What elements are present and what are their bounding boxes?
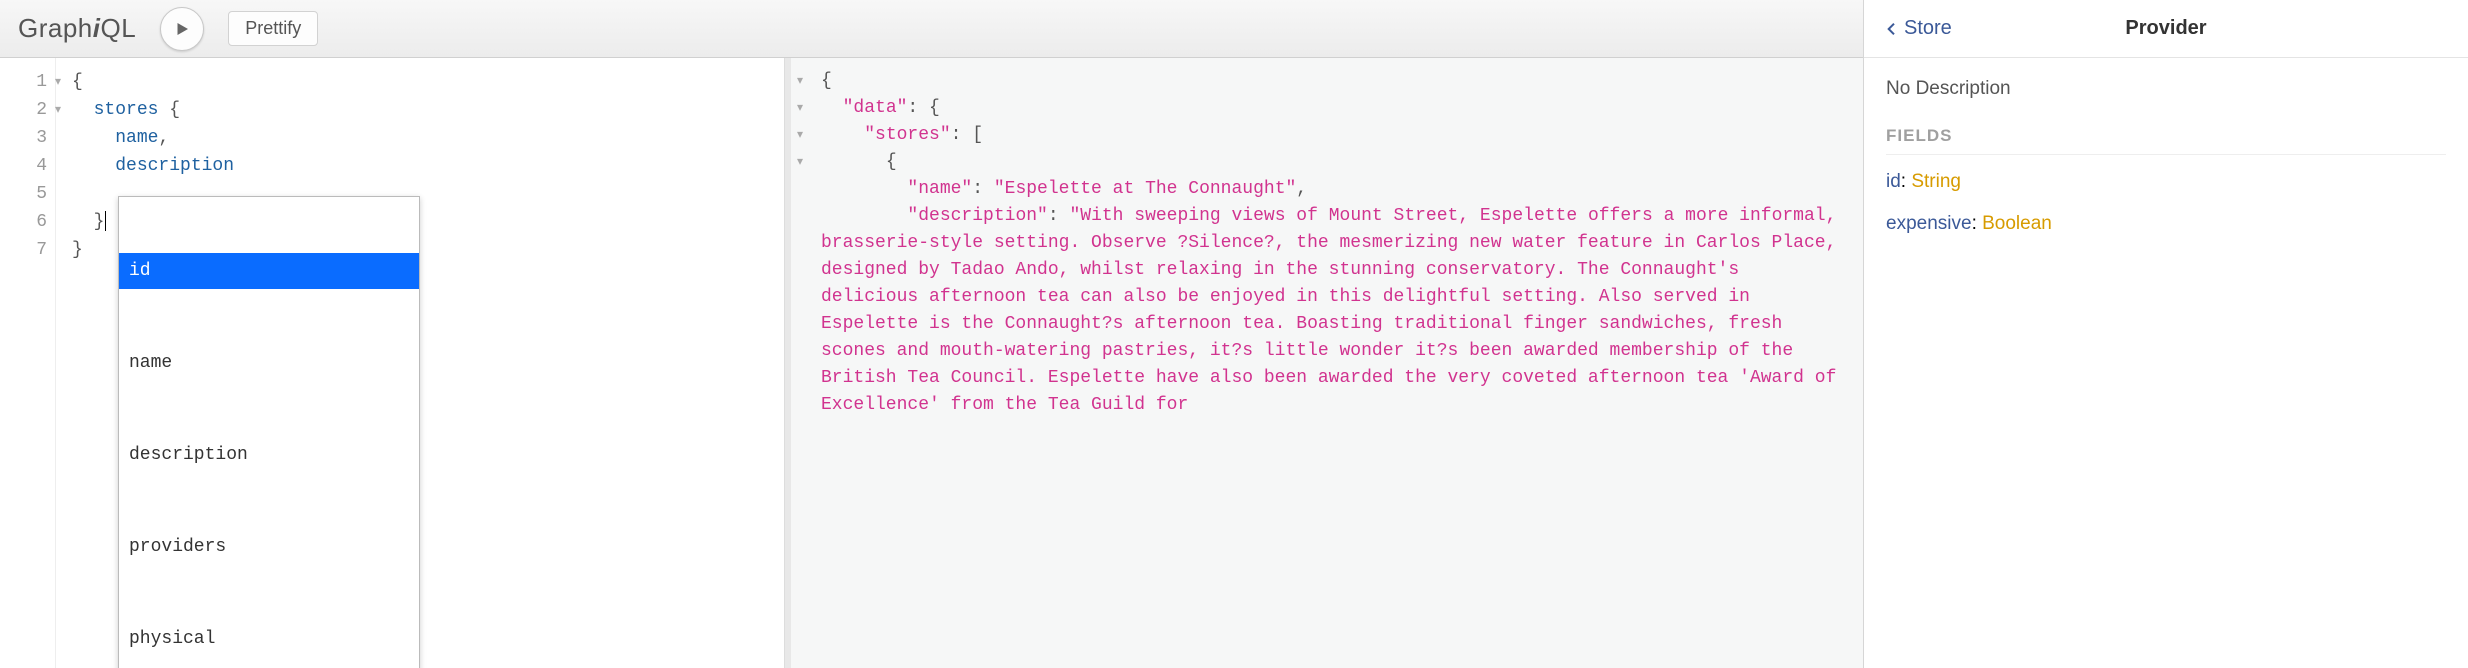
result-pane: ▾▾▾▾ { "data": { "stores": [ { "name": "… bbox=[785, 58, 1863, 668]
docs-back-label: Store bbox=[1904, 17, 1952, 40]
execute-button[interactable] bbox=[160, 7, 204, 51]
docs-header: Store Provider bbox=[1864, 0, 2468, 58]
code-field: description bbox=[115, 156, 234, 176]
play-icon bbox=[173, 20, 191, 38]
json-brace: { bbox=[821, 71, 832, 91]
code-brace: } bbox=[72, 240, 83, 260]
json-key: "name" bbox=[907, 179, 972, 199]
line-number: 6 bbox=[0, 208, 47, 236]
json-string: "Espelette at The Connaught" bbox=[994, 179, 1296, 199]
json-key: "stores" bbox=[864, 125, 950, 145]
code-brace: { bbox=[72, 72, 83, 92]
query-editor-pane: 1 2 3 4 5 6 7 { stores { name, descripti… bbox=[0, 58, 785, 668]
docs-body: No Description FIELDS id: String expensi… bbox=[1864, 58, 2468, 265]
docs-description: No Description bbox=[1886, 78, 2446, 100]
json-string: "With sweeping views of Mount Street, Es… bbox=[821, 206, 1847, 415]
line-number: 2 bbox=[0, 96, 47, 124]
autocomplete-popup: id name description providers physical l… bbox=[118, 196, 420, 668]
docs-field-name: id bbox=[1886, 171, 1901, 192]
json-key: "description" bbox=[907, 206, 1047, 226]
code-brace: { bbox=[158, 100, 180, 120]
autocomplete-option-physical[interactable]: physical bbox=[119, 621, 419, 657]
docs-field-name: expensive bbox=[1886, 213, 1972, 234]
docs-title: Provider bbox=[1864, 17, 2468, 40]
code-field: stores bbox=[94, 100, 159, 120]
prettify-button[interactable]: Prettify bbox=[228, 11, 318, 46]
docs-field-type: Boolean bbox=[1982, 213, 2052, 234]
autocomplete-option-id[interactable]: id bbox=[119, 253, 419, 289]
result-json[interactable]: { "data": { "stores": [ { "name": "Espel… bbox=[821, 68, 1845, 419]
line-gutter: 1 2 3 4 5 6 7 bbox=[0, 58, 56, 668]
autocomplete-option-name[interactable]: name bbox=[119, 345, 419, 381]
logo-text-i: i bbox=[93, 13, 101, 43]
docs-pane: Store Provider No Description FIELDS id:… bbox=[1863, 0, 2468, 668]
logo-text-suffix: QL bbox=[101, 13, 137, 43]
line-number: 3 bbox=[0, 124, 47, 152]
line-number: 4 bbox=[0, 152, 47, 180]
autocomplete-option-description[interactable]: description bbox=[119, 437, 419, 473]
json-key: "data" bbox=[843, 98, 908, 118]
cursor bbox=[105, 211, 106, 231]
docs-field-id[interactable]: id: String bbox=[1886, 161, 2446, 203]
code-punct: , bbox=[158, 128, 169, 148]
code-brace: } bbox=[94, 212, 105, 232]
app-logo: GraphiQL bbox=[18, 13, 136, 44]
autocomplete-option-providers[interactable]: providers bbox=[119, 529, 419, 565]
docs-back-button[interactable]: Store bbox=[1884, 17, 1952, 40]
line-number: 5 bbox=[0, 180, 47, 208]
query-editor[interactable]: { stores { name, description } } id name… bbox=[56, 58, 784, 668]
main-area: 1 2 3 4 5 6 7 { stores { name, descripti… bbox=[0, 58, 2468, 668]
line-number: 7 bbox=[0, 236, 47, 264]
line-number: 1 bbox=[0, 68, 47, 96]
chevron-left-icon bbox=[1884, 21, 1900, 37]
docs-field-type: String bbox=[1911, 171, 1961, 192]
docs-field-expensive[interactable]: expensive: Boolean bbox=[1886, 203, 2446, 245]
logo-text-prefix: Graph bbox=[18, 13, 93, 43]
result-fold-gutter: ▾▾▾▾ bbox=[797, 68, 803, 176]
code-field: name bbox=[115, 128, 158, 148]
docs-section-label: FIELDS bbox=[1886, 126, 2446, 155]
